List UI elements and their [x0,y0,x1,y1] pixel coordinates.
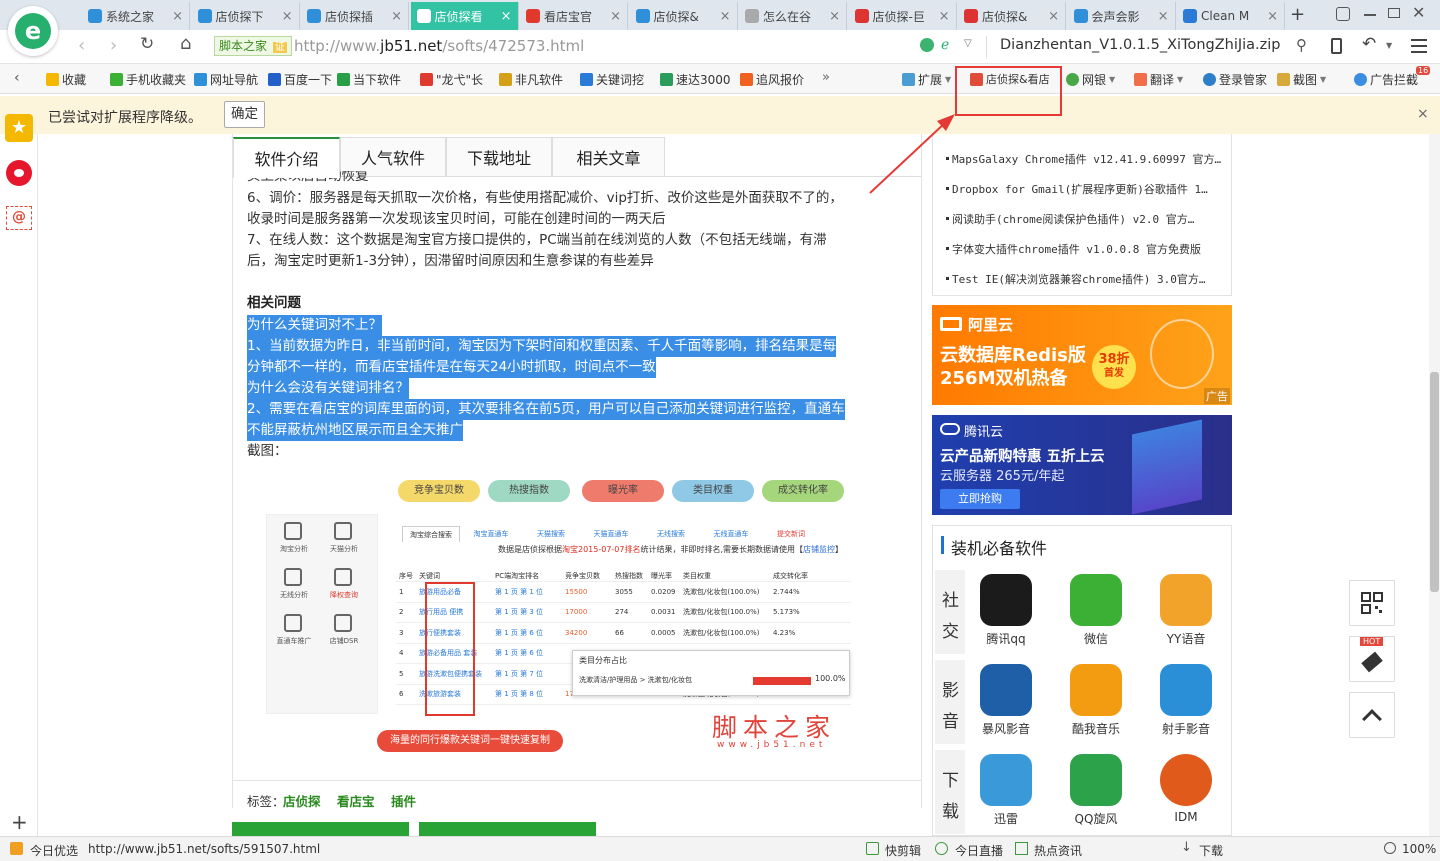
annotation-highlight-box [955,66,1062,116]
status-url: http://www.jb51.net/softs/591507.html [88,842,321,856]
browser-e-icon: e [15,13,51,49]
daily-pick-label[interactable]: 今日优选 [30,842,78,859]
hot-news-icon [1015,842,1028,855]
live-icon [935,842,948,855]
quick-cut-icon [866,842,879,855]
hot-news-label[interactable]: 热点资讯 [1034,842,1082,859]
zoom-level[interactable]: 100% [1402,842,1436,856]
status-bar: 今日优选 http://www.jb51.net/softs/591507.ht… [0,836,1440,861]
quick-cut-label[interactable]: 快剪辑 [885,842,921,859]
daily-pick-icon [10,842,23,855]
browser-logo[interactable]: e [8,6,58,56]
downloads-label[interactable]: 下载 [1199,842,1223,859]
annotation-layer [869,66,1062,194]
content-tab[interactable]: 软件介绍 [233,137,340,178]
live-label[interactable]: 今日直播 [955,842,1003,859]
download-arrow-icon: ↓ [1181,840,1192,855]
zoom-icon [1384,842,1396,854]
annotation-arrow-line [869,121,947,194]
svg-text:e: e [25,17,41,45]
